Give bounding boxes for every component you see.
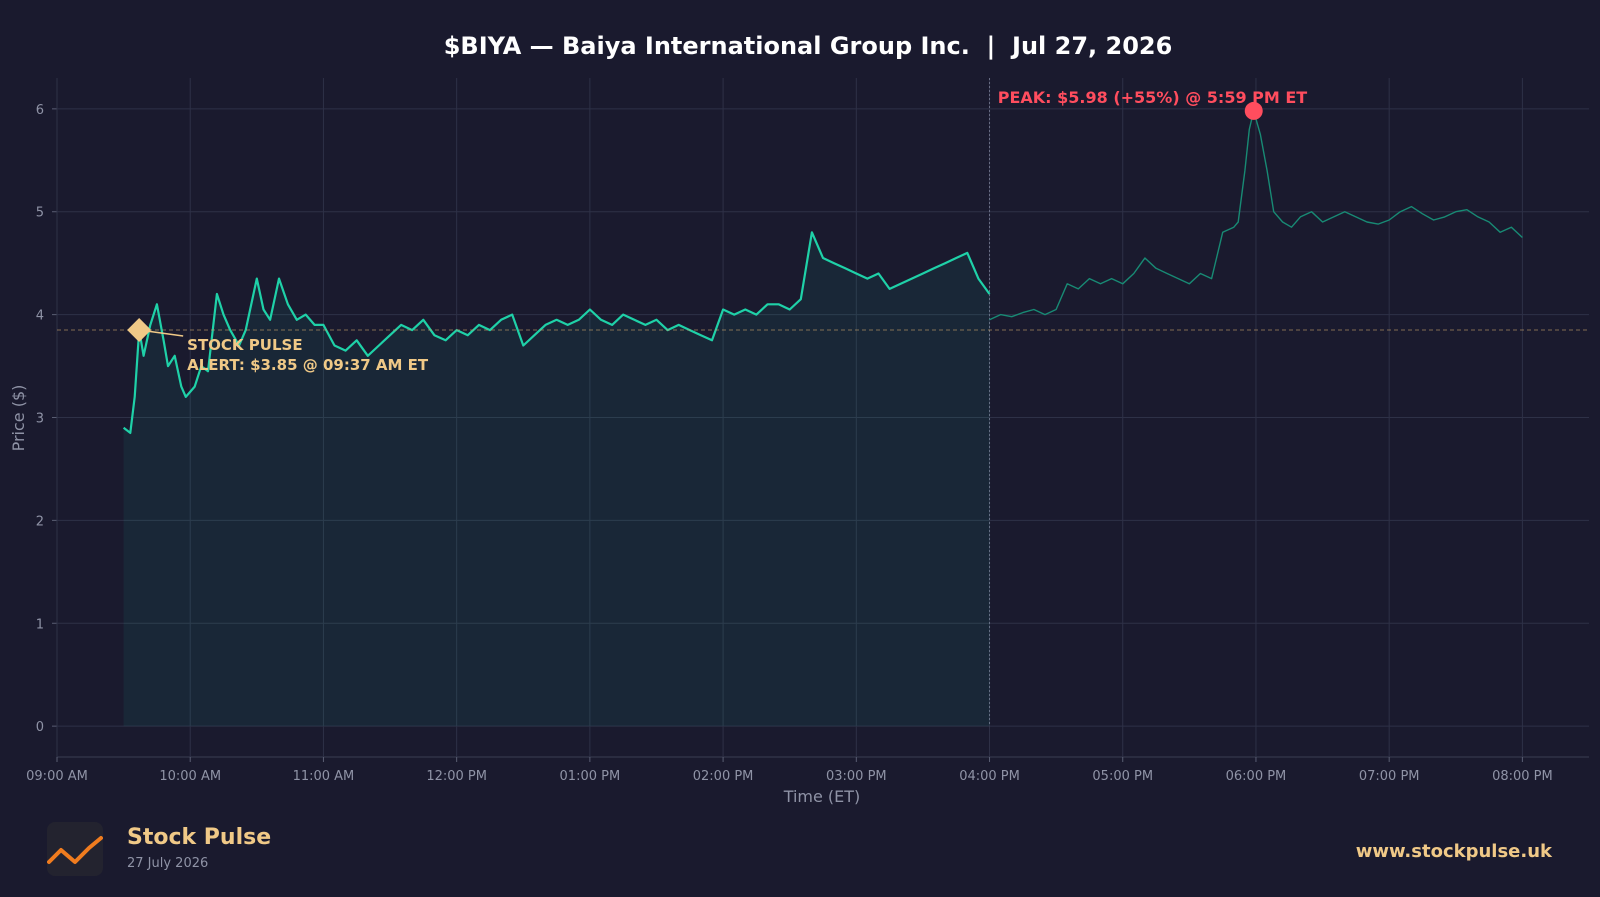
y-tick-label: 1: [36, 617, 44, 632]
x-tick-label: 09:00 AM: [26, 769, 88, 784]
y-axis-title: Price ($): [9, 385, 28, 452]
x-tick-label: 05:00 PM: [1092, 769, 1153, 784]
regular-session-area: [123, 232, 990, 727]
x-tick-label: 12:00 PM: [426, 769, 487, 784]
alert-label-line: STOCK PULSE: [187, 336, 302, 354]
x-tick-label: 01:00 PM: [560, 769, 621, 784]
price-chart: 09:00 AM 10:00 AM 11:00 AM 12:00 PM 01:00 PM…: [9, 32, 1589, 806]
y-tick-label: 0: [36, 720, 44, 735]
chart-title: $BIYA — Baiya International Group Inc. |…: [444, 32, 1173, 60]
x-tick-label: 10:00 AM: [159, 769, 221, 784]
brand-name: Stock Pulse: [127, 825, 272, 850]
y-tick-label: 4: [36, 309, 44, 324]
alert-label-line: ALERT: $3.85 @ 09:37 AM ET: [187, 356, 429, 374]
y-tick-label: 3: [36, 412, 44, 427]
x-tick-label: 03:00 PM: [826, 769, 887, 784]
x-tick-labels: 09:00 AM 10:00 AM 11:00 AM 12:00 PM 01:00 PM…: [26, 769, 1553, 784]
y-tick-label: 5: [36, 206, 44, 221]
peak-label: PEAK: $5.98 (+55%) @ 5:59 PM ET: [998, 88, 1308, 107]
x-tick-label: 02:00 PM: [693, 769, 754, 784]
x-tick-label: 11:00 AM: [293, 769, 355, 784]
y-tick-label: 2: [36, 514, 44, 529]
stock-pulse-logo: [47, 822, 103, 876]
trend-line-icon: [47, 836, 103, 864]
website-link[interactable]: www.stockpulse.uk: [1356, 841, 1552, 862]
x-tick-label: 06:00 PM: [1226, 769, 1287, 784]
x-tick-label: 04:00 PM: [959, 769, 1020, 784]
x-tick-label: 07:00 PM: [1359, 769, 1420, 784]
y-tick-labels: 0 1 2 3 4 5 6: [36, 103, 44, 735]
footer: Stock Pulse 27 July 2026 www.stockpulse.…: [0, 800, 1600, 897]
regular-session-fill: [123, 232, 990, 727]
brand-date: 27 July 2026: [127, 856, 209, 871]
y-tick-label: 6: [36, 103, 44, 118]
x-tick-label: 08:00 PM: [1492, 769, 1553, 784]
